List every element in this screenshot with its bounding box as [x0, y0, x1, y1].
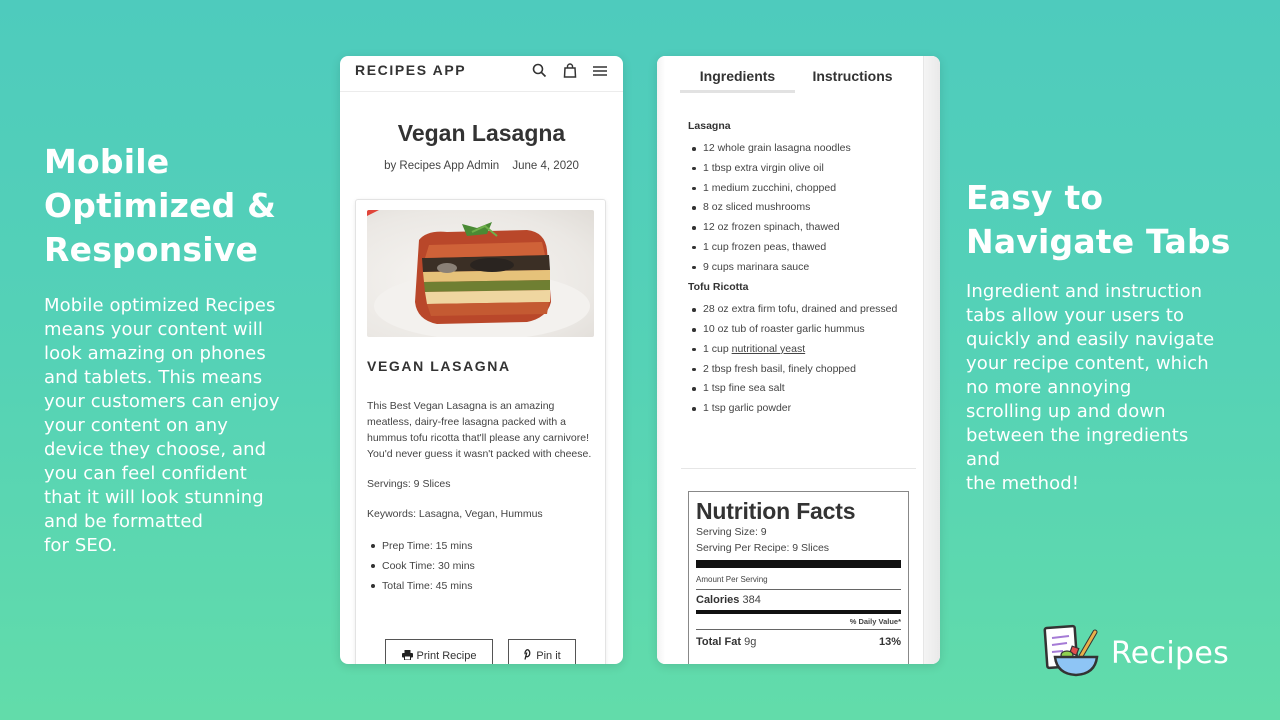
total-time: Total Time: 45 mins	[371, 576, 594, 596]
ingredient-item: 1 cup nutritional yeast	[692, 341, 913, 358]
divider	[681, 468, 916, 469]
serving-size: Serving Size: 9	[696, 526, 767, 538]
promo-right-heading: Easy to Navigate Tabs	[966, 178, 1231, 261]
ingredient-item: 1 tsp garlic powder	[692, 400, 913, 417]
recipe-times: Prep Time: 15 mins Cook Time: 30 mins To…	[371, 536, 594, 596]
logo-text: Recipes	[1111, 636, 1230, 671]
ingredient-group-title: Lasagna	[688, 120, 731, 132]
card-heading: VEGAN LASAGNA	[367, 358, 511, 374]
prep-time: Prep Time: 15 mins	[371, 536, 594, 556]
menu-icon[interactable]	[593, 65, 607, 77]
ingredient-item: 2 tbsp fresh basil, finely chopped	[692, 361, 913, 378]
amount-per-serving: Amount Per Serving	[696, 575, 768, 584]
recipe-date: June 4, 2020	[512, 160, 579, 172]
ingredient-item: 1 tbsp extra virgin olive oil	[692, 160, 913, 177]
ingredient-item: 1 medium zucchini, chopped	[692, 180, 913, 197]
ingredient-item: 1 tsp fine sea salt	[692, 380, 913, 397]
recipe-bowl-icon	[1043, 624, 1101, 683]
ingredient-item: 8 oz sliced mushrooms	[692, 199, 913, 216]
ingredient-item: 1 cup frozen peas, thawed	[692, 239, 913, 256]
lasagna-photo	[367, 210, 594, 337]
app-header: RECIPES APP	[340, 56, 623, 92]
promo-left: Mobile Optimized & Responsive Mobile opt…	[44, 140, 314, 558]
recipe-author: by Recipes App Admin	[384, 160, 500, 172]
calories-value: 384	[742, 594, 761, 606]
printer-icon	[401, 649, 413, 663]
cook-time: Cook Time: 30 mins	[371, 556, 594, 576]
promo-left-body: Mobile optimized Recipes means your cont…	[44, 295, 280, 556]
ingredient-group-title: Tofu Ricotta	[688, 281, 749, 294]
calories: Calories 384	[696, 594, 761, 606]
phone-recipe-view: RECIPES APP Vegan Lasagna by Recipes App…	[340, 56, 623, 664]
recipe-tabs: Ingredients Instructions	[680, 68, 910, 93]
total-fat-row: Total Fat 9g 13%	[696, 636, 901, 648]
daily-value-header: % Daily Value*	[849, 617, 901, 626]
pinterest-icon	[523, 648, 532, 663]
promo-right-body: Ingredient and instruction tabs allow yo…	[966, 281, 1215, 494]
pin-it-button[interactable]: Pin it	[508, 639, 576, 664]
recipe-card: VEGAN LASAGNA This Best Vegan Lasagna is…	[355, 199, 606, 664]
print-recipe-label: Print Recipe	[416, 650, 477, 662]
shopping-bag-icon[interactable]	[563, 63, 577, 78]
ingredient-item: 10 oz tub of roaster garlic hummus	[692, 321, 913, 338]
recipe-title: Vegan Lasagna	[397, 120, 566, 146]
nutrition-facts: Nutrition Facts Serving Size: 9 Serving …	[688, 491, 909, 664]
search-icon[interactable]	[532, 63, 547, 78]
promo-left-heading: Mobile Optimized & Responsive	[44, 142, 277, 269]
ingredient-item: 9 cups marinara sauce	[692, 259, 913, 276]
print-recipe-button[interactable]: Print Recipe	[385, 639, 493, 664]
nutritional-yeast-link[interactable]: nutritional yeast	[732, 343, 806, 355]
total-fat-dv: 13%	[878, 636, 901, 648]
tab-instructions[interactable]: Instructions	[795, 68, 910, 93]
total-fat-value: 9g	[744, 636, 757, 648]
recipes-logo: Recipes	[1043, 624, 1229, 683]
pin-it-label: Pin it	[536, 650, 561, 662]
ingredients-list: Lasagna 12 whole grain lasagna noodles 1…	[688, 120, 913, 423]
byline: by Recipes App Admin June 4, 2020	[340, 160, 623, 172]
recipe-description: This Best Vegan Lasagna is an amazing me…	[367, 400, 592, 460]
promo-right: Easy to Navigate Tabs Ingredient and ins…	[966, 176, 1236, 496]
tab-ingredients[interactable]: Ingredients	[680, 68, 795, 93]
app-title[interactable]: RECIPES APP	[355, 62, 532, 78]
ingredient-item: 12 oz frozen spinach, thawed	[692, 219, 913, 236]
servings-per-recipe: Serving Per Recipe: 9 Slices	[696, 542, 830, 554]
ingredient-item: 12 whole grain lasagna noodles	[692, 140, 913, 157]
ingredient-item: 28 oz extra firm tofu, drained and press…	[692, 301, 913, 318]
recipe-keywords: Keywords: Lasagna, Vegan, Hummus	[367, 508, 543, 520]
phone-ingredients-view: Ingredients Instructions Lasagna 12 whol…	[657, 56, 940, 664]
ingredient-prefix: 1 cup	[703, 342, 732, 355]
nutrition-title: Nutrition Facts	[696, 498, 856, 524]
scrollbar[interactable]	[923, 56, 940, 664]
recipe-servings: Servings: 9 Slices	[367, 478, 451, 490]
